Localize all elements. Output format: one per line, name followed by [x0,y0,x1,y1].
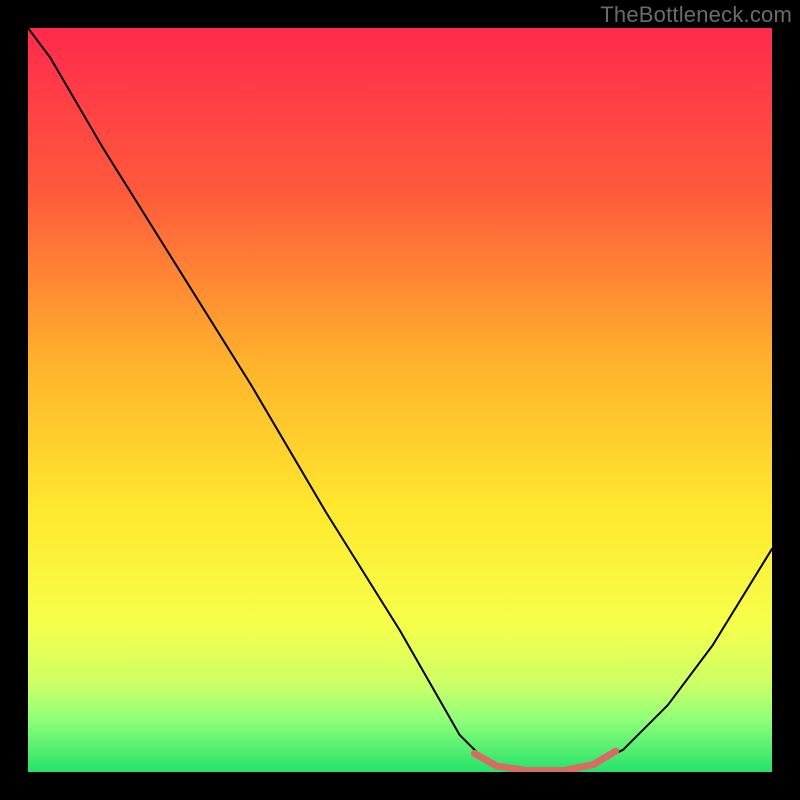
gradient-background [28,28,772,772]
watermark-text: TheBottleneck.com [600,2,792,28]
chart-svg [28,28,772,772]
chart-frame: TheBottleneck.com [0,0,800,800]
plot-area [28,28,772,772]
